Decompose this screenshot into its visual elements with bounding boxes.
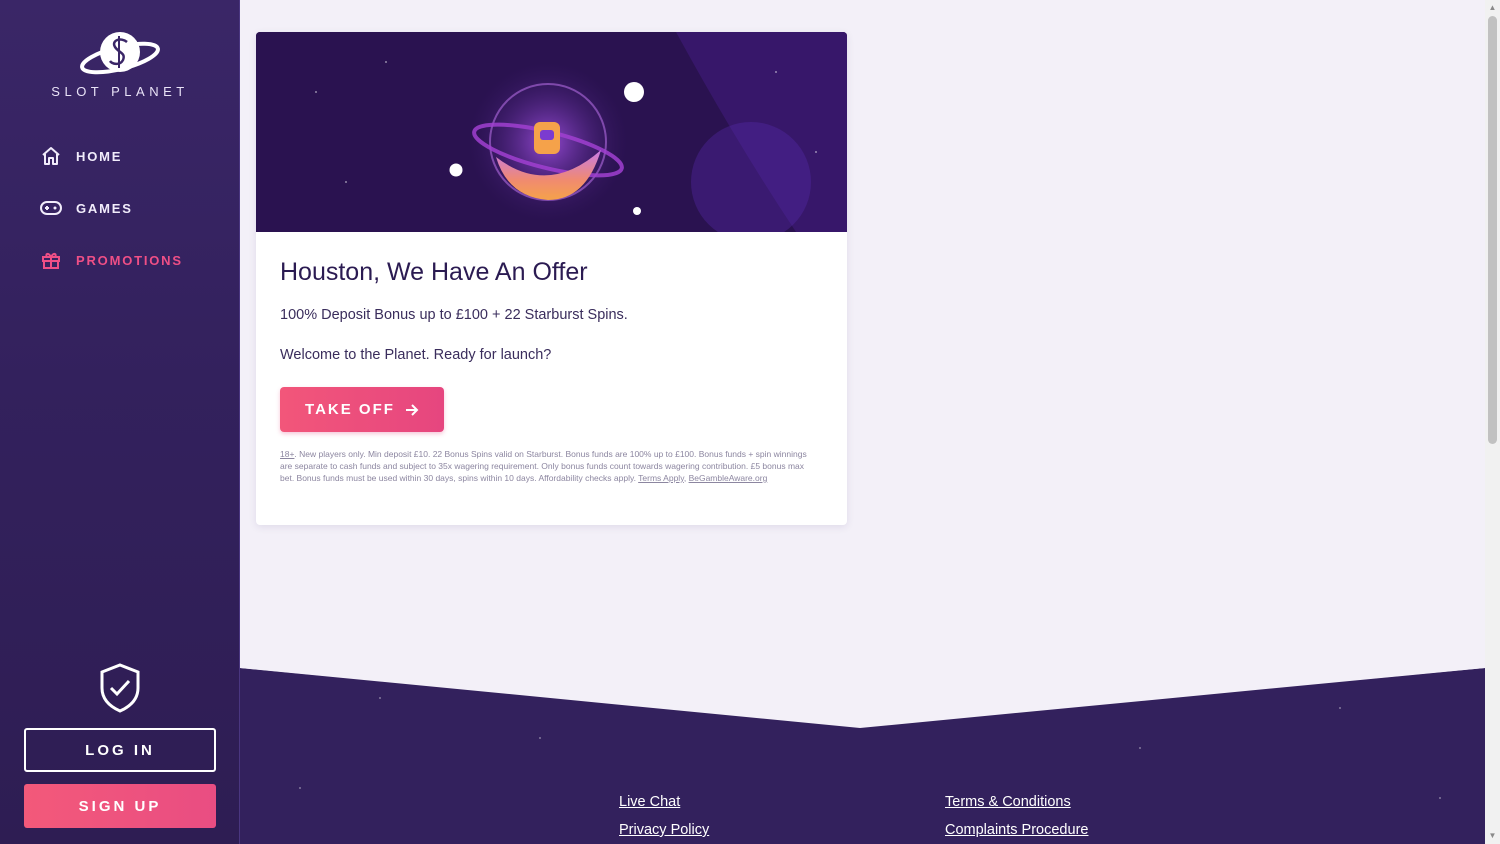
signup-button[interactable]: SIGN UP — [24, 784, 216, 828]
promo-welcome-text: Welcome to the Planet. Ready for launch? — [280, 347, 552, 363]
nav-item-home[interactable]: HOME — [0, 130, 240, 182]
scroll-up-icon[interactable]: ▲ — [1488, 3, 1497, 13]
take-off-label: TAKE OFF — [305, 401, 395, 418]
nav-item-promotions[interactable]: PROMOTIONS — [0, 234, 240, 286]
terms-conditions-link[interactable]: Terms & Conditions — [945, 794, 1071, 810]
gift-icon — [40, 249, 62, 271]
live-chat-link[interactable]: Live Chat — [619, 794, 680, 810]
terms-apply-link[interactable]: Terms Apply — [638, 473, 684, 483]
nav-item-games[interactable]: GAMES — [0, 182, 240, 234]
brand-logo[interactable]: SLOT PLANET — [0, 28, 240, 99]
gamepad-icon — [40, 197, 62, 219]
page-scrollbar[interactable]: ▲ ▼ — [1485, 0, 1500, 844]
nav-item-label: GAMES — [76, 200, 133, 216]
scroll-thumb[interactable] — [1488, 16, 1497, 444]
promo-title: Houston, We Have An Offer — [280, 258, 588, 286]
brand-name: SLOT PLANET — [51, 84, 189, 99]
take-off-button[interactable]: TAKE OFF — [280, 387, 444, 432]
home-icon — [40, 145, 62, 167]
promo-banner-image — [256, 32, 847, 242]
footer: .footer { background: transparent; } — [240, 668, 1485, 844]
nav-item-label: PROMOTIONS — [76, 252, 183, 268]
begambleaware-link[interactable]: BeGambleAware.org — [689, 473, 768, 483]
login-button[interactable]: LOG IN — [24, 728, 216, 772]
main-nav: HOME GAMES PROMOTIONS — [0, 130, 240, 286]
promo-terms: 18+. New players only. Min deposit £10. … — [280, 449, 807, 483]
shield-check-icon — [98, 662, 142, 719]
space-illustration — [256, 32, 847, 242]
planet-logo-icon — [80, 32, 160, 75]
complaints-procedure-link[interactable]: Complaints Procedure — [945, 822, 1088, 838]
promo-offer-text: 100% Deposit Bonus up to £100 + 22 Starb… — [280, 307, 628, 323]
nav-item-label: HOME — [76, 148, 123, 164]
privacy-policy-link[interactable]: Privacy Policy — [619, 822, 709, 838]
promo-card: Houston, We Have An Offer 100% Deposit B… — [256, 32, 847, 525]
arrow-right-icon — [405, 403, 419, 417]
main-content: Houston, We Have An Offer 100% Deposit B… — [240, 0, 1485, 844]
scroll-down-icon[interactable]: ▼ — [1488, 831, 1497, 841]
sidebar: SLOT PLANET HOME GAMES PROMOTIONS LOG IN… — [0, 0, 240, 844]
footer-background — [240, 668, 1485, 844]
age-restriction-link[interactable]: 18+ — [280, 449, 294, 459]
